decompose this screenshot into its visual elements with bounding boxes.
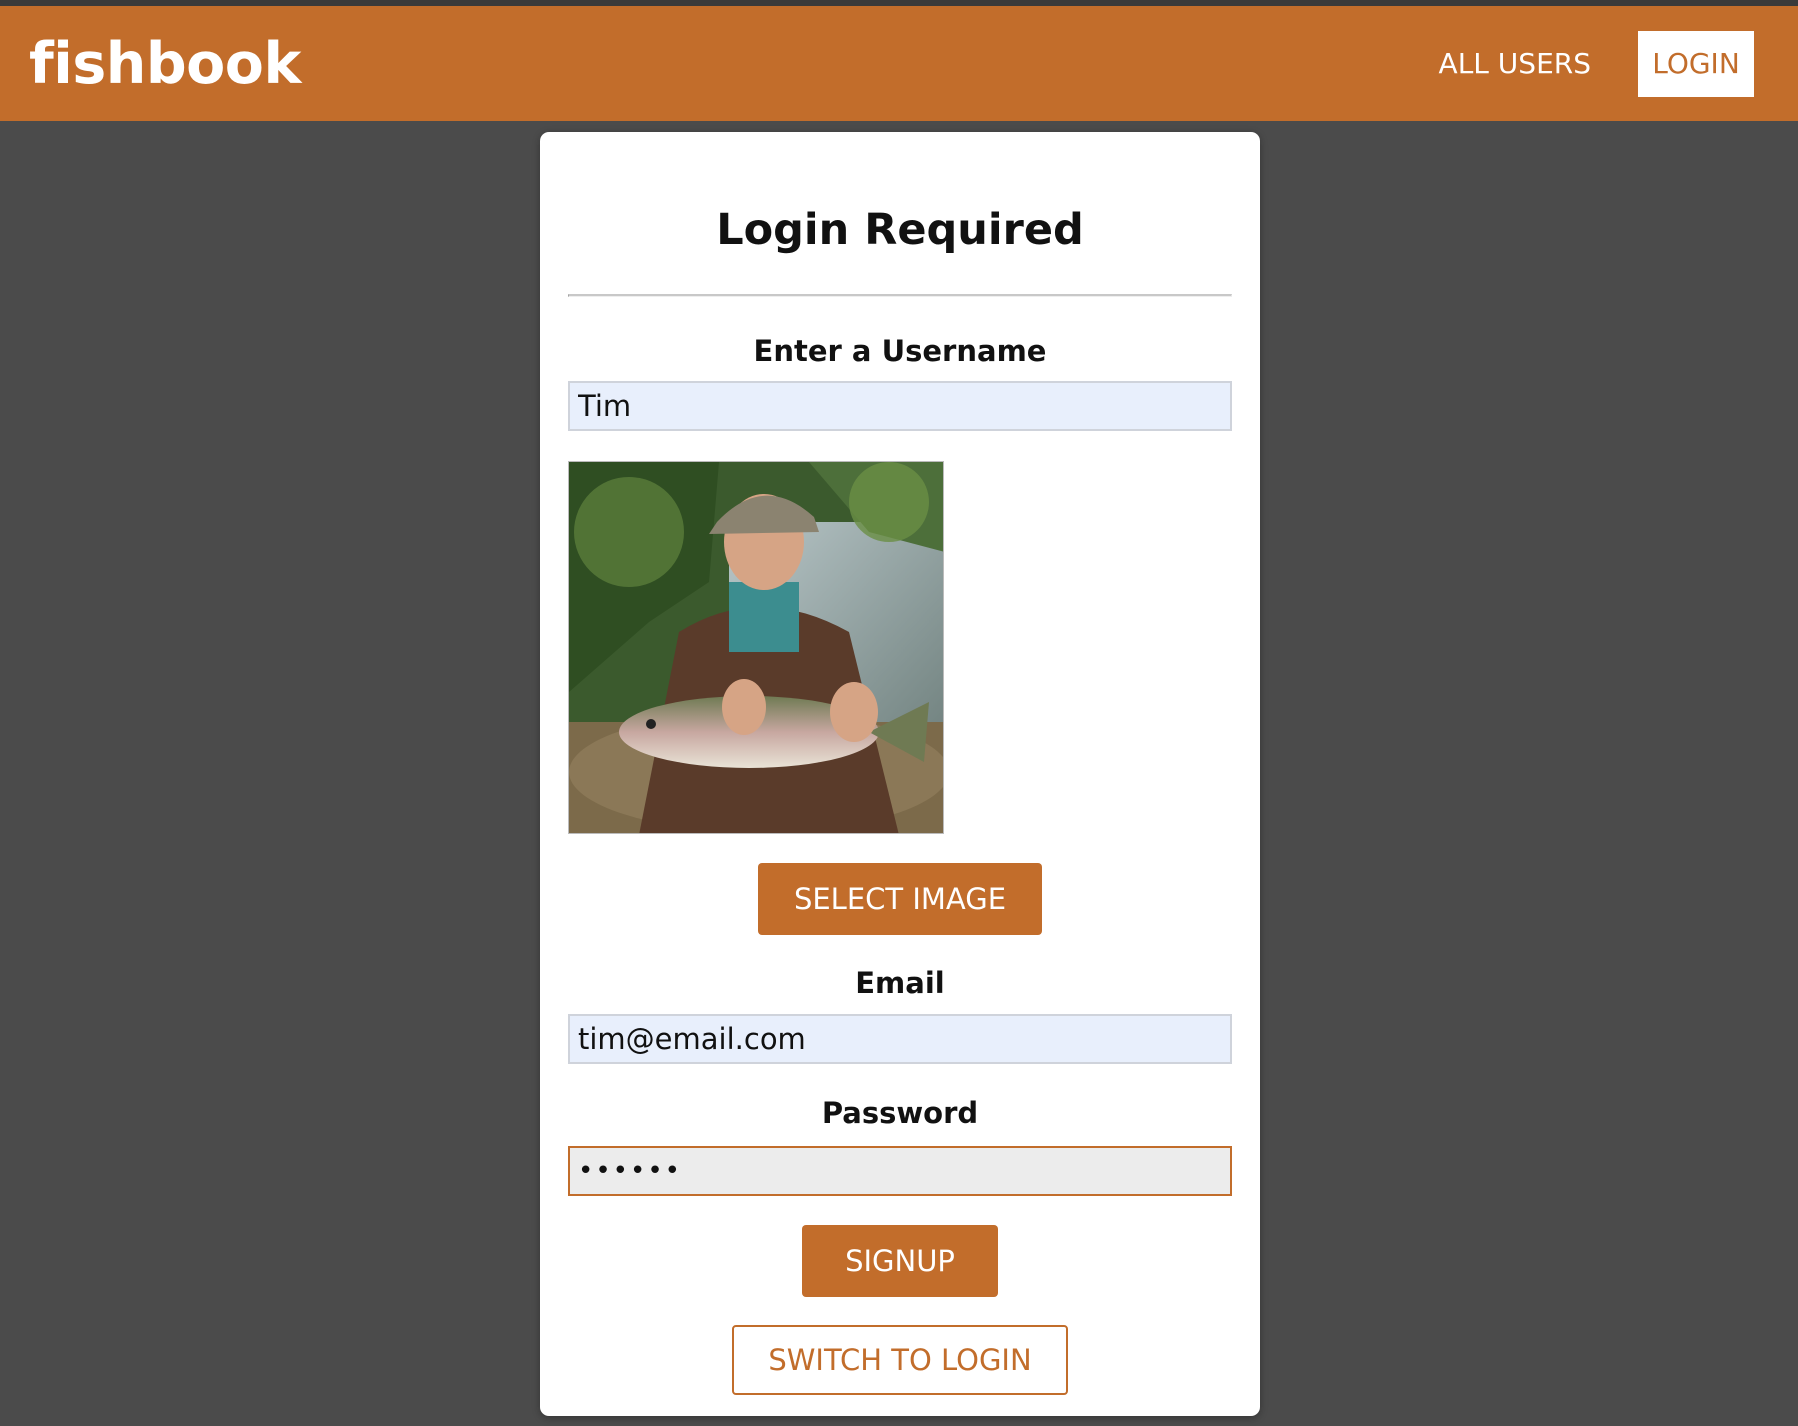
email-input[interactable] xyxy=(568,1014,1232,1064)
select-image-button[interactable]: SELECT IMAGE xyxy=(758,863,1042,935)
password-label: Password xyxy=(821,1096,979,1130)
main-nav: ALL USERS LOGIN xyxy=(1439,30,1754,97)
title-divider xyxy=(568,294,1232,297)
username-input[interactable] xyxy=(568,381,1232,431)
app-header: fishbook ALL USERS LOGIN xyxy=(0,6,1798,121)
auth-card: Login Required Enter a Username Tim SELE… xyxy=(540,132,1260,1416)
image-preview xyxy=(568,461,944,834)
nav-login[interactable]: LOGIN xyxy=(1638,30,1754,97)
signup-button[interactable]: SIGNUP xyxy=(802,1225,998,1297)
email-label: Email xyxy=(855,966,945,1000)
nav-all-users[interactable]: ALL USERS xyxy=(1439,47,1591,80)
angler-photo xyxy=(569,462,943,833)
switch-to-login-button[interactable]: SWITCH TO LOGIN xyxy=(732,1325,1068,1395)
app-logo[interactable]: fishbook xyxy=(29,31,301,97)
password-input[interactable] xyxy=(568,1146,1232,1196)
username-label: Enter a Username xyxy=(753,334,1047,368)
card-title: Login Required xyxy=(716,205,1084,255)
